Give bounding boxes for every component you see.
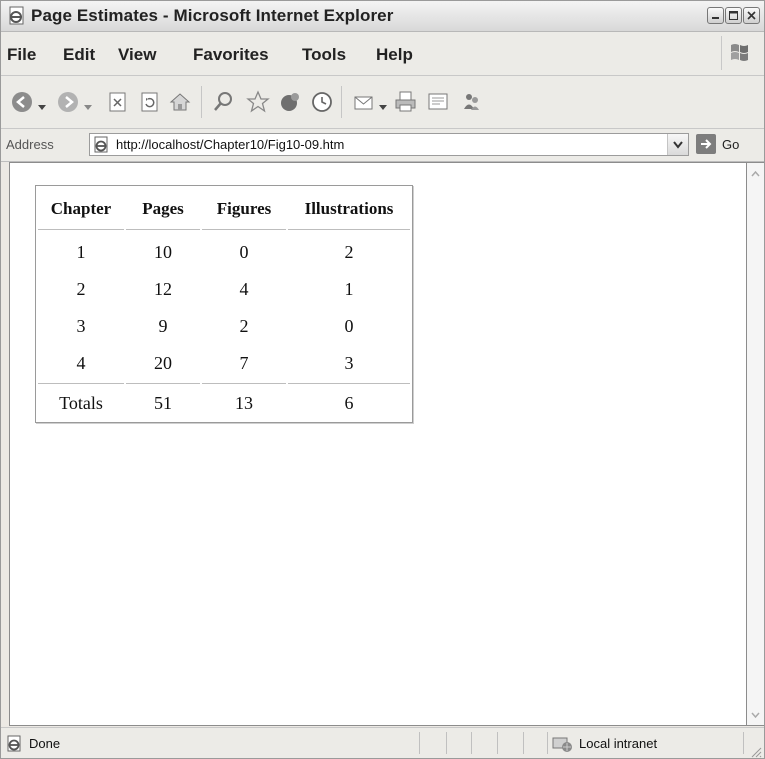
cell-chapter: 3 [76,316,86,336]
header-chapter: Chapter [38,188,124,230]
windows-logo-icon [721,36,756,70]
menu-file[interactable]: File [7,45,36,65]
table-row: 2 12 4 1 [38,272,410,307]
back-icon[interactable] [9,89,35,115]
window-title: Page Estimates - Microsoft Internet Expl… [31,6,394,25]
address-input[interactable]: http://localhost/Chapter10/Fig10-09.htm [89,133,689,156]
estimates-table: Chapter Pages Figures Illustrations 1 10… [35,185,413,423]
forward-icon[interactable] [55,89,81,115]
address-bar: Address http://localhost/Chapter10/Fig10… [1,129,764,162]
header-pages: Pages [126,188,200,230]
home-icon[interactable] [167,89,193,115]
status-bar: Done Local intranet [1,727,764,758]
cell-chapter: 4 [76,353,86,373]
cell-illustrations: 1 [344,279,354,299]
status-divider [743,732,744,754]
stop-icon[interactable] [105,89,131,115]
minimize-button[interactable] [707,7,724,24]
maximize-button[interactable] [725,7,742,24]
address-label: Address [6,137,54,152]
mail-dropdown-icon[interactable] [379,98,387,110]
cell-figures: 0 [239,242,249,262]
table-row: 1 10 0 2 [38,232,410,270]
forward-dropdown-icon[interactable] [84,98,92,110]
vertical-scrollbar[interactable] [747,162,764,726]
table-header-row: Chapter Pages Figures Illustrations [38,188,410,230]
mail-icon[interactable] [351,89,377,115]
status-text: Done [29,736,61,751]
address-url[interactable]: http://localhost/Chapter10/Fig10-09.htm [116,137,344,152]
cell-figures: 7 [239,353,249,373]
cell-figures: 2 [239,316,249,336]
window-controls [707,7,760,24]
totals-label: Totals [38,383,124,420]
back-dropdown-icon[interactable] [38,98,46,110]
resize-grip-icon[interactable] [750,745,762,758]
total-pages: 51 [126,383,200,420]
cell-figures: 4 [239,279,249,299]
cell-illustrations: 3 [344,353,354,373]
cell-chapter: 1 [76,242,86,262]
maximize-icon [729,11,738,20]
media-icon[interactable] [277,89,303,115]
status-divider [419,732,420,754]
favorites-icon[interactable] [245,89,271,115]
edit-icon[interactable] [425,89,451,115]
menu-tools[interactable]: Tools [302,45,346,65]
history-icon[interactable] [309,89,335,115]
chevron-down-icon [673,141,683,149]
status-divider [547,732,548,754]
header-figures: Figures [202,188,286,230]
cell-pages: 9 [158,316,168,336]
cell-illustrations: 2 [344,242,354,262]
total-illustrations: 6 [288,383,410,420]
table-row: 3 9 2 0 [38,309,410,344]
toolbar-separator [201,86,202,118]
close-icon [747,11,756,20]
standard-toolbar [1,76,764,129]
local-intranet-icon [551,734,575,754]
security-zone: Local intranet [579,736,658,751]
ie-page-icon [6,735,24,753]
messenger-icon[interactable] [459,89,485,115]
status-divider [497,732,498,754]
ie-page-icon [93,136,111,154]
status-divider [523,732,524,754]
status-divider [446,732,447,754]
address-dropdown-button[interactable] [667,134,688,155]
menu-bar: File Edit View Favorites Tools Help [1,32,764,76]
cell-illustrations: 0 [344,316,354,336]
go-button[interactable]: Go [722,137,739,152]
menu-edit[interactable]: Edit [63,45,95,65]
header-illustrations: Illustrations [288,188,410,230]
minimize-icon [712,17,719,19]
table-row: 4 20 7 3 [38,346,410,381]
close-button[interactable] [743,7,760,24]
total-figures: 13 [202,383,286,420]
page-content: Chapter Pages Figures Illustrations 1 10… [9,162,747,726]
print-icon[interactable] [393,89,419,115]
title-bar[interactable]: Page Estimates - Microsoft Internet Expl… [1,1,764,32]
toolbar-separator [341,86,342,118]
menu-view[interactable]: View [118,45,156,65]
ie-page-icon [7,6,27,26]
scroll-up-icon[interactable] [749,167,762,180]
cell-pages: 10 [154,242,172,262]
cell-pages: 12 [154,279,172,299]
table-totals-row: Totals 51 13 6 [38,383,410,420]
search-icon[interactable] [211,89,237,115]
cell-chapter: 2 [76,279,86,299]
browser-window: Page Estimates - Microsoft Internet Expl… [0,0,765,759]
menu-favorites[interactable]: Favorites [193,45,269,65]
status-divider [471,732,472,754]
scroll-down-icon[interactable] [749,708,762,721]
go-arrow-icon[interactable] [696,134,716,154]
refresh-icon[interactable] [137,89,163,115]
cell-pages: 20 [154,353,172,373]
menu-help[interactable]: Help [376,45,413,65]
